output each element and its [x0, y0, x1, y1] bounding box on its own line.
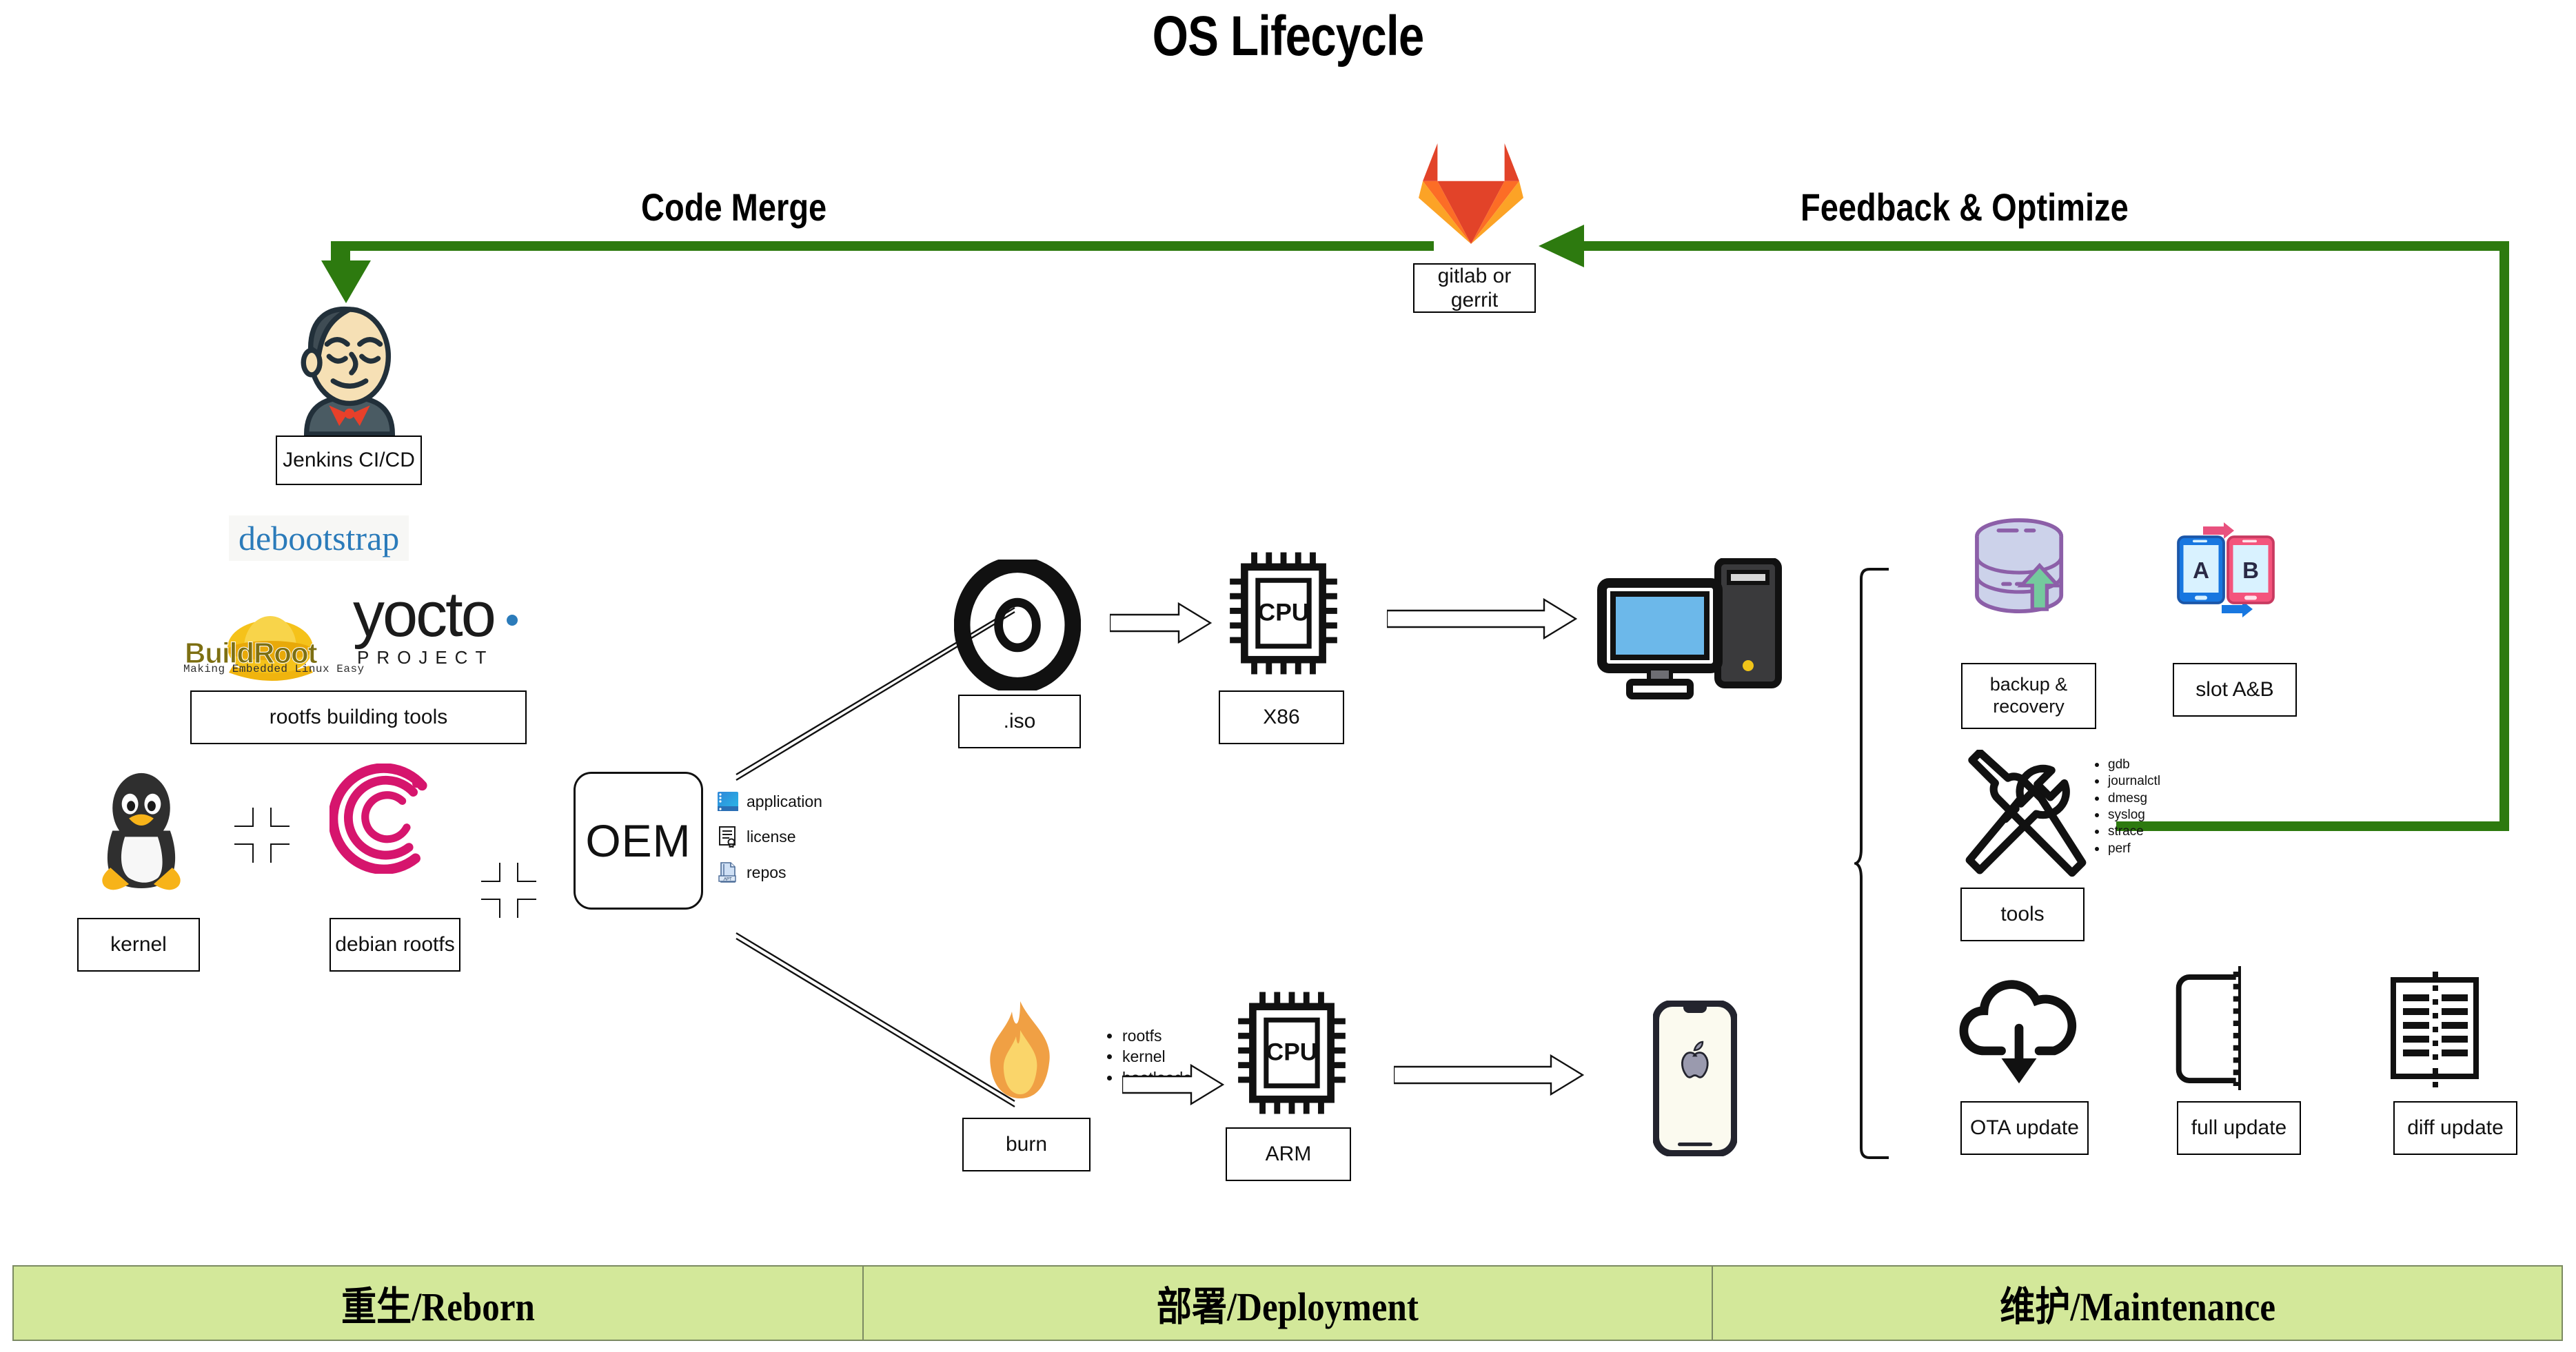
- feedback-arrowhead-icon: [1539, 225, 1584, 267]
- slot-b-label: B: [2242, 557, 2259, 583]
- slot-a-label: A: [2193, 557, 2209, 583]
- debootstrap-logo: debootstrap: [229, 515, 409, 561]
- diff-update-icon: [2391, 972, 2479, 1089]
- diff-update-caption: diff update: [2393, 1101, 2517, 1155]
- cpu-label: CPU: [1258, 600, 1310, 626]
- phase-banner: 重生/Reborn 部署/Deployment 维护/Maintenance: [12, 1265, 2563, 1341]
- oem-to-burn-connector: [736, 932, 1015, 1108]
- phase-label: 重生/Reborn: [341, 1284, 535, 1329]
- tools-item: journalctl: [2090, 773, 2160, 790]
- maintenance-group-brace: [1854, 568, 1889, 1159]
- code-merge-arrowhead-icon: [321, 260, 371, 303]
- phase-segment-maintenance: 维护/Maintenance: [1713, 1267, 2562, 1340]
- ota-cloud-download-icon: [1959, 980, 2077, 1084]
- x86-cpu-chip-icon: CPU: [1230, 552, 1337, 675]
- feedback-corner-top: [2490, 241, 2509, 260]
- full-update-edge-line: [2238, 966, 2241, 1090]
- iso-disc-icon: [954, 560, 1081, 690]
- tools-items-list: gdb journalctl dmesg syslog strace perf: [2090, 757, 2160, 857]
- oem-contents-list: application license .APT repos: [717, 791, 822, 883]
- iso-to-x86-arrow-icon: [1110, 602, 1212, 644]
- arm-cpu-chip-icon: CPU: [1238, 992, 1346, 1114]
- burn-flame-icon: [990, 1001, 1050, 1098]
- oem-item-label: license: [747, 827, 796, 846]
- feedback-vertical-path: [2499, 245, 2509, 831]
- oem-item-license: license: [717, 826, 822, 848]
- slot-ab-phones-icon: A B: [2177, 522, 2275, 617]
- full-update-icon: [2176, 972, 2239, 1086]
- yocto-subtitle: PROJECT: [357, 647, 494, 668]
- plus-icon-1: [234, 808, 290, 863]
- yocto-wordmark: yocto: [353, 580, 496, 650]
- linux-tux-icon: [102, 772, 181, 890]
- cpu-label: CPU: [1266, 1039, 1318, 1066]
- rootfs-tools-caption: rootfs building tools: [190, 690, 527, 744]
- tools-caption: tools: [1960, 888, 2085, 941]
- burn-to-arm-arrow-icon: [1122, 1063, 1224, 1106]
- feedback-corner-bottom: [2490, 812, 2509, 831]
- diagram-canvas: OS Lifecycle Code Merge Feedback & Optim…: [0, 0, 2576, 1352]
- page-title: OS Lifecycle: [1152, 5, 1425, 68]
- phase-segment-reborn: 重生/Reborn: [14, 1267, 864, 1340]
- oem-item-label: application: [747, 792, 822, 810]
- feedback-optimize-label: Feedback & Optimize: [1801, 185, 2129, 229]
- debian-caption: debian rootfs: [329, 918, 460, 972]
- phase-label: 部署/Deployment: [1157, 1284, 1419, 1329]
- backup-recovery-caption: backup & recovery: [1961, 663, 2096, 729]
- burn-caption: burn: [962, 1118, 1091, 1171]
- phase-segment-deployment: 部署/Deployment: [864, 1267, 1714, 1340]
- full-update-caption: full update: [2177, 1101, 2301, 1155]
- application-window-icon: [718, 792, 738, 811]
- apt-repo-file-icon: .APT: [718, 862, 736, 883]
- oem-box: OEM: [574, 772, 703, 910]
- x86-to-desktop-arrow-icon: [1387, 598, 1577, 639]
- debian-swirl-icon: [329, 764, 427, 874]
- license-certificate-icon: [719, 826, 736, 848]
- arm-caption: ARM: [1226, 1127, 1351, 1181]
- tools-item: dmesg: [2090, 790, 2160, 807]
- jenkins-butler-icon: [301, 306, 396, 437]
- kernel-caption: kernel: [77, 918, 200, 972]
- tools-item: syslog: [2090, 807, 2160, 823]
- code-merge-label: Code Merge: [641, 185, 827, 229]
- iphone-device-icon: [1653, 1001, 1737, 1156]
- backup-database-icon: [1975, 518, 2064, 614]
- yocto-logo: yocto PROJECT: [353, 579, 518, 668]
- oem-item-label: repos: [747, 863, 787, 881]
- jenkins-caption: Jenkins CI/CD: [276, 436, 422, 485]
- plus-icon-2: [481, 863, 536, 918]
- desktop-computer-icon: [1597, 558, 1782, 699]
- svg-text:.APT: .APT: [722, 877, 732, 881]
- tools-item: gdb: [2090, 757, 2160, 773]
- burn-item: rootfs: [1102, 1025, 1197, 1046]
- phase-label: 维护/Maintenance: [1999, 1284, 2275, 1329]
- gitlab-caption: gitlab or gerrit: [1413, 263, 1536, 313]
- arm-to-phone-arrow-icon: [1394, 1054, 1584, 1096]
- feedback-arrow-path: [1579, 241, 2509, 251]
- ota-update-caption: OTA update: [1960, 1101, 2089, 1155]
- feedback-return-path: [2116, 821, 2509, 831]
- iso-caption: .iso: [958, 695, 1081, 748]
- gitlab-logo-icon: [1419, 143, 1523, 244]
- x86-caption: X86: [1219, 690, 1344, 744]
- tools-item: strace: [2090, 823, 2160, 840]
- oem-item-repos: .APT repos: [717, 861, 822, 883]
- tools-item: perf: [2090, 841, 2160, 857]
- buildroot-tagline: Making Embedded Linux Easy: [183, 663, 365, 675]
- tools-wrench-screwdriver-icon: [1965, 750, 2087, 877]
- code-merge-arrow-path: [331, 241, 1434, 251]
- buildroot-logo: BuildRoot Making Embedded Linux Easy: [182, 605, 364, 681]
- slot-ab-caption: slot A&B: [2173, 663, 2297, 717]
- yocto-dot-icon: [506, 615, 518, 626]
- oem-item-application: application: [717, 791, 822, 812]
